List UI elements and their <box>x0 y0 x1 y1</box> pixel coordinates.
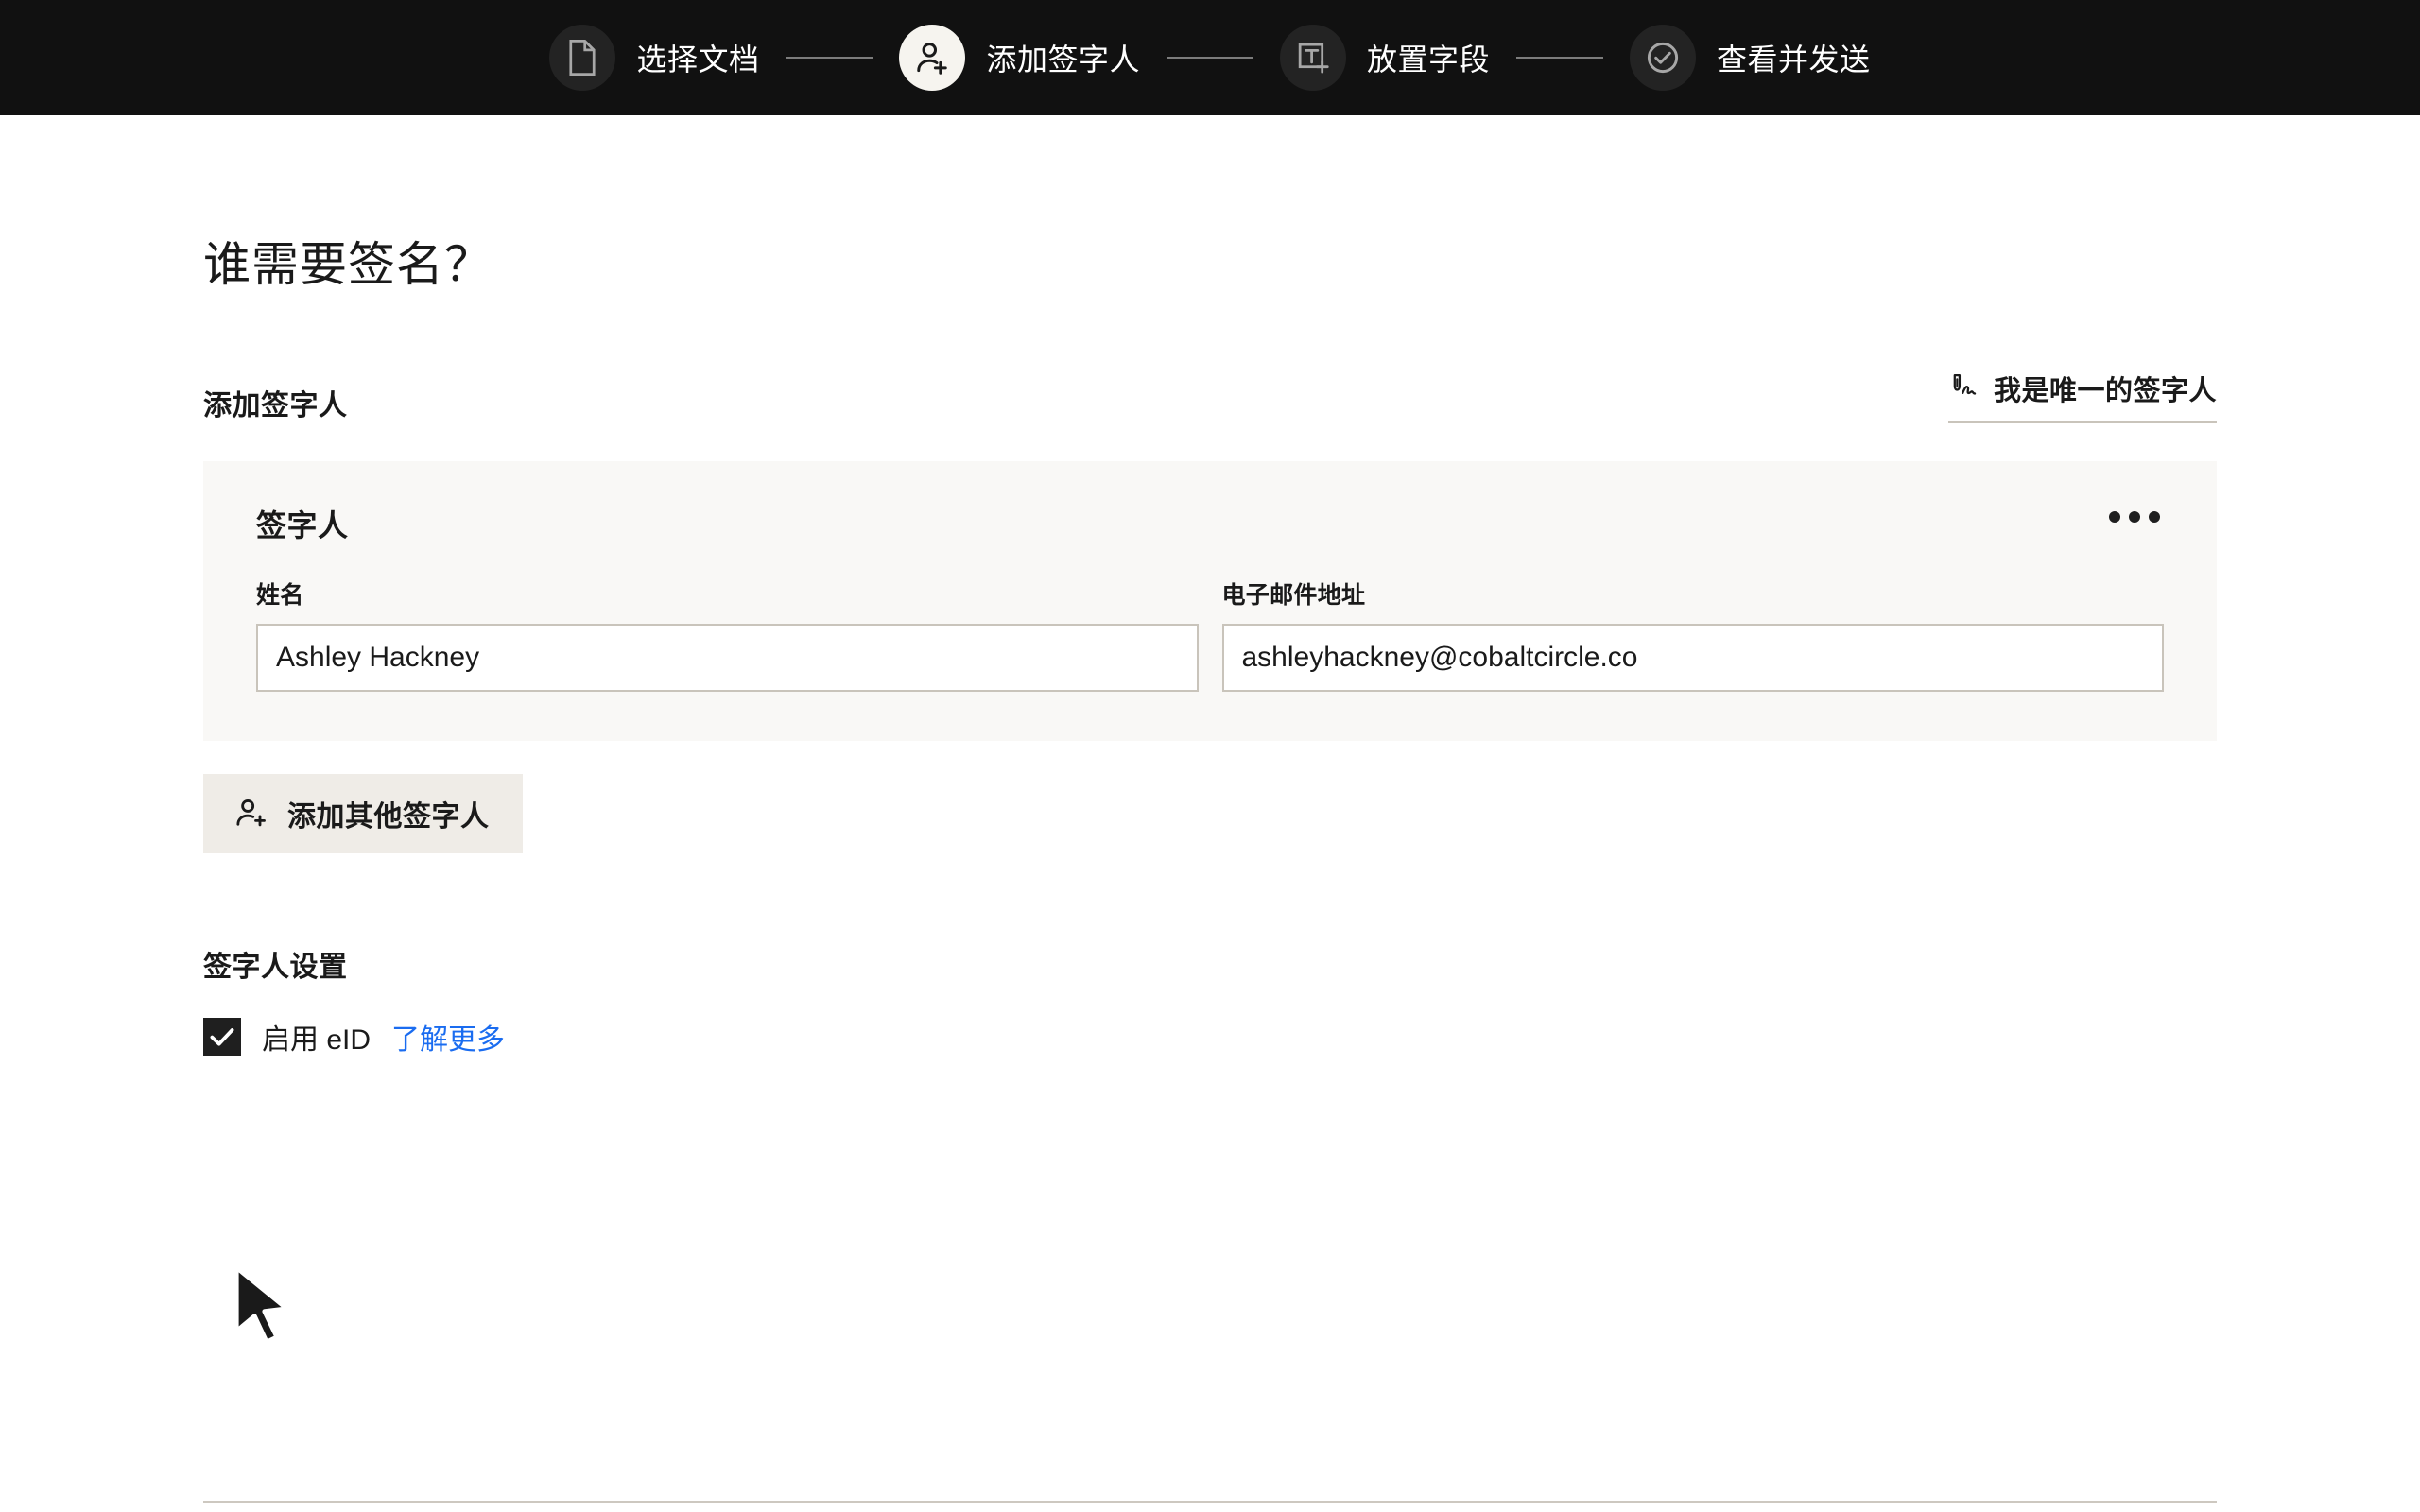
add-person-icon <box>899 25 966 91</box>
step-label: 查看并发送 <box>1717 43 1871 77</box>
page-title: 谁需要签名？ <box>203 238 493 291</box>
step-label: 添加签字人 <box>986 43 1140 77</box>
mouse-cursor <box>233 1264 290 1345</box>
step-label: 放置字段 <box>1367 43 1491 77</box>
step-review-and-send[interactable]: 查看并发送 <box>1630 25 1871 91</box>
step-place-fields[interactable]: 放置字段 <box>1280 25 1490 91</box>
document-icon <box>549 25 616 91</box>
eid-setting-row: 启用 eID 了解更多 <box>203 1016 2217 1057</box>
signature-pen-icon <box>1948 372 1980 405</box>
sole-signer-link[interactable]: 我是唯一的签字人 <box>1947 369 2217 423</box>
add-another-signer-button[interactable]: 添加其他签字人 <box>203 774 523 853</box>
add-signers-title: 添加签字人 <box>203 390 348 421</box>
step-connector <box>1516 57 1604 59</box>
email-input[interactable] <box>1221 624 2164 692</box>
footer-divider <box>203 1501 2217 1503</box>
signer-card: 签字人 姓名 电子邮件地址 <box>203 461 2217 741</box>
add-signers-header: 添加签字人 我是唯一的签字人 <box>203 369 2217 423</box>
stepper-bar: 选择文档 添加签字人 放置字段 查看并发送 <box>0 0 2420 115</box>
learn-more-link[interactable]: 了解更多 <box>391 1016 505 1057</box>
main-content: 谁需要签名？ 添加签字人 我是唯一的签字人 签字人 姓名 Ashley Hack… <box>0 227 2420 1503</box>
step-label: 选择文档 <box>636 43 760 77</box>
signer-card-header: 签字人 <box>256 502 2164 545</box>
name-input[interactable] <box>256 624 1199 692</box>
check-icon <box>210 1028 234 1046</box>
ellipsis-icon[interactable] <box>2105 502 2164 532</box>
add-person-icon <box>234 797 268 832</box>
eid-label: 启用 eID <box>262 1024 372 1056</box>
ellipsis-dot <box>2129 511 2140 523</box>
name-label: 姓名 <box>256 582 304 609</box>
field-name: 姓名 <box>256 576 1199 692</box>
step-add-signers[interactable]: 添加签字人 <box>899 25 1140 91</box>
eid-checkbox[interactable] <box>203 1018 241 1056</box>
step-connector <box>786 57 873 59</box>
ellipsis-dot <box>2109 511 2120 523</box>
sole-signer-label: 我是唯一的签字人 <box>1993 376 2217 406</box>
ellipsis-dot <box>2149 511 2160 523</box>
text-field-icon <box>1280 25 1346 91</box>
signer-card-title: 签字人 <box>256 508 349 542</box>
add-another-signer-label: 添加其他签字人 <box>287 801 490 833</box>
step-select-document[interactable]: 选择文档 <box>549 25 759 91</box>
signer-fields: 姓名 电子邮件地址 <box>256 576 2164 692</box>
check-circle-icon <box>1630 25 1697 91</box>
email-label: 电子邮件地址 <box>1221 582 1366 609</box>
step-connector <box>1167 57 1253 59</box>
signer-settings-title: 签字人设置 <box>203 952 348 983</box>
field-email: 电子邮件地址 <box>1221 576 2164 692</box>
